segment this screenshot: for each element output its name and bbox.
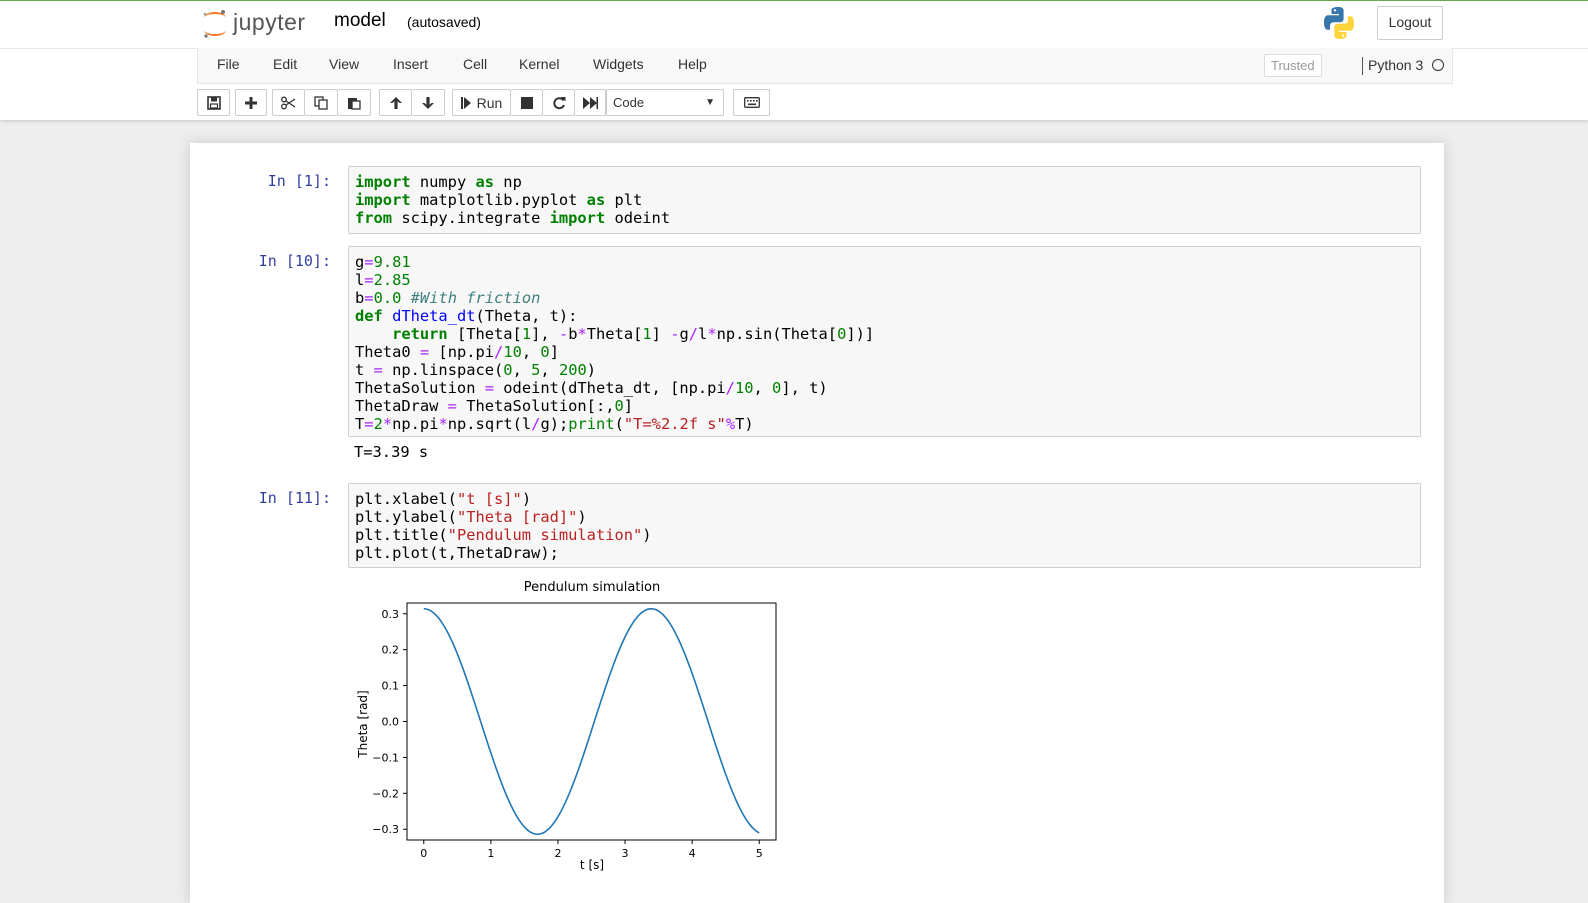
y-tick-label: −0.2 [372,787,399,800]
chart-axes: 0 1 2 3 4 5 0.3 0.2 0.1 0.0 −0.1 −0.2 −0.3 [372,602,777,860]
cell-type-value: Code [613,95,645,110]
menu-help[interactable]: Help [678,56,707,72]
insert-cell-button[interactable] [235,89,267,116]
cell-output: T=3.39 s [354,443,429,461]
y-tick-label: 0.3 [382,608,400,621]
arrow-down-icon [422,96,434,109]
move-up-button[interactable] [379,89,412,116]
y-tick-label: −0.1 [372,751,399,764]
code-line: t = np.linspace(0, 5, 200) [355,361,597,379]
kernel-idle-icon [1432,59,1444,71]
x-tick-label: 0 [420,847,427,860]
jupyter-logo[interactable]: jupyter [201,7,321,39]
command-palette-button[interactable] [733,89,770,116]
menu-kernel[interactable]: Kernel [519,56,559,72]
chart-ylabel: Theta [rad] [356,690,370,758]
restart-button[interactable] [543,89,575,116]
top-bar: jupyter model (autosaved) Logout File Ed… [0,0,1588,120]
stop-icon [520,96,533,109]
menu-view[interactable]: View [329,56,359,72]
plus-icon [245,96,257,109]
logo-text: jupyter [233,9,306,35]
cell-prompt: In [1]: [267,172,331,190]
notebook-name[interactable]: model [334,10,386,32]
code-line: plt.plot(t,ThetaDraw); [355,544,559,562]
cell-prompt: In [10]: [258,252,331,270]
cut-icon [281,96,296,109]
logout-button[interactable]: Logout [1377,6,1443,40]
save-icon [206,95,221,110]
move-down-button[interactable] [412,89,445,116]
restart-run-all-button[interactable] [575,89,606,116]
kernel-separator [1362,57,1363,75]
run-label: Run [476,94,503,111]
trusted-indicator[interactable]: Trusted [1264,54,1322,77]
y-tick-label: 0.0 [382,716,400,729]
code-line: def dTheta_dt(Theta, t): [355,307,578,325]
code-line: import numpy as np [355,173,522,191]
menu-insert[interactable]: Insert [393,56,428,72]
code-line: g=9.81 [355,253,411,271]
code-line: T=2*np.pi*np.sqrt(l/g);print("T=%2.2f s"… [355,415,754,433]
code-line: return [Theta[1], -b*Theta[1] -g/l*np.si… [392,325,875,343]
refresh-icon [552,96,565,109]
code-line: from scipy.integrate import odeint [355,209,671,227]
code-line: import matplotlib.pyplot as plt [355,191,643,209]
cut-button[interactable] [272,89,305,116]
chevron-down-icon: ▼ [705,97,715,108]
x-tick-label: 4 [689,847,696,860]
menu-file[interactable]: File [217,56,240,72]
chart-frame [406,602,777,841]
cell-prompt: In [11]: [258,489,331,507]
x-tick-label: 2 [554,847,561,860]
copy-button[interactable] [305,89,338,116]
cell-type-select[interactable]: Code ▼ [606,89,724,116]
python-logo-icon [1324,7,1354,39]
code-line: plt.title("Pendulum simulation") [355,526,652,544]
y-tick-label: −0.3 [372,823,399,836]
kernel-name[interactable]: Python 3 [1368,57,1423,73]
code-line: Theta0 = [np.pi/10, 0] [355,343,559,361]
menu-edit[interactable]: Edit [273,56,297,72]
interrupt-button[interactable] [511,89,543,116]
run-button[interactable]: Run [452,89,511,116]
code-line: l=2.85 [355,271,411,289]
x-tick-label: 5 [756,847,763,860]
chart-xlabel: t [s] [580,858,604,872]
code-cell-input[interactable]: plt.xlabel("t [s]") plt.ylabel("Theta [r… [348,483,1421,568]
code-cell-input[interactable]: g=9.81 l=2.85 b=0.0 #With friction def d… [348,246,1421,437]
jupyter-logo-icon [203,10,226,38]
header: jupyter model (autosaved) Logout [0,1,1588,49]
y-tick-label: 0.1 [382,680,400,693]
code-line: plt.xlabel("t [s]") [355,490,532,508]
menu-cell[interactable]: Cell [463,56,487,72]
code-line: ThetaSolution = odeint(dTheta_dt, [np.pi… [355,379,828,397]
x-tick-label: 3 [622,847,629,860]
arrow-up-icon [389,96,402,109]
series-line [423,607,760,836]
y-tick-label: 0.2 [382,644,400,657]
step-forward-icon [460,96,471,109]
pendulum-plot: Pendulum simulation t [s] Theta [rad] 0 1… [356,580,777,872]
x-tick-label: 1 [487,847,494,860]
paste-button[interactable] [338,89,371,116]
save-button[interactable] [197,89,230,116]
keyboard-icon [743,97,760,108]
code-line: plt.ylabel("Theta [rad]") [355,508,587,526]
menu-bar: File Edit View Insert Cell Kernel Widget… [197,48,1453,84]
code-line: ThetaDraw = ThetaSolution[:,0] [355,397,634,415]
chart-series [423,607,760,836]
menu-widgets[interactable]: Widgets [593,56,644,72]
code-cell-input[interactable]: import numpy as np import matplotlib.pyp… [348,166,1421,234]
copy-icon [314,95,328,110]
autosave-status: (autosaved) [407,14,481,30]
notebook-container: In [1]: import numpy as np import matplo… [190,143,1444,903]
fast-forward-icon [582,96,598,109]
code-line: b=0.0 #With friction [355,289,541,307]
paste-icon [348,97,361,110]
chart-title: Pendulum simulation [524,580,661,595]
